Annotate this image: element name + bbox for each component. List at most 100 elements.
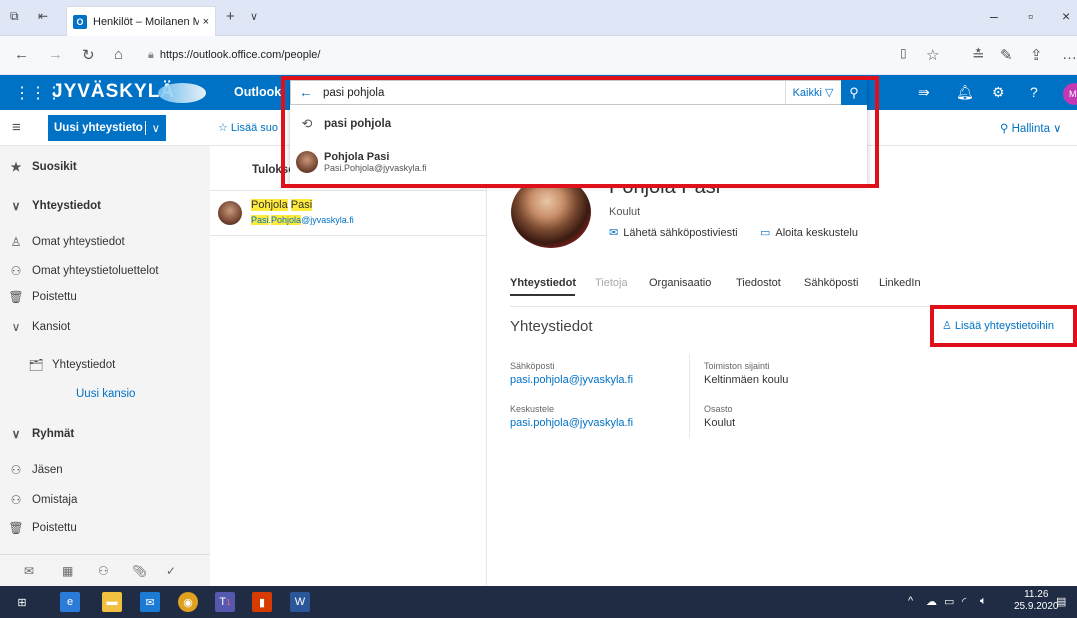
nav-folders[interactable]: ∨ Kansiot xyxy=(0,314,210,340)
mail-icon[interactable]: ✉ xyxy=(24,564,34,578)
tab-linkedin[interactable]: LinkedIn xyxy=(879,277,921,289)
set-aside-tabs-icon[interactable]: ⇤ xyxy=(38,9,48,23)
onedrive-icon[interactable]: ☁ xyxy=(926,595,937,608)
notification-bell-icon[interactable]: 🔔︎ xyxy=(956,84,974,101)
outlook-icon: O xyxy=(73,14,87,29)
nav-contact-lists[interactable]: ⚇ Omat yhteystietoluettelot xyxy=(0,258,210,284)
column-divider xyxy=(689,354,690,438)
person-icon: ♙ xyxy=(10,235,22,249)
word-icon[interactable]: W xyxy=(290,592,310,612)
favorite-star-icon[interactable]: ☆ xyxy=(926,46,939,64)
nav-member[interactable]: ⚇ Jäsen xyxy=(0,457,210,483)
tab-organization[interactable]: Organisaatio xyxy=(649,277,711,289)
chat-value[interactable]: pasi.pohjola@jyvaskyla.fi xyxy=(510,417,633,429)
nav-folder-contacts[interactable]: 🗂︎ Yhteystiedot xyxy=(0,352,210,378)
back-arrow-icon[interactable]: ← xyxy=(14,46,29,63)
pen-icon[interactable]: ✎ xyxy=(1000,46,1013,64)
network-icon[interactable]: ◜ xyxy=(962,595,966,608)
help-icon[interactable]: ? xyxy=(1030,84,1038,100)
action-center-icon[interactable]: ▤ xyxy=(1056,595,1066,608)
reading-view-icon[interactable]: ▯ xyxy=(900,46,907,60)
nav-my-contacts[interactable]: ♙ Omat yhteystiedot xyxy=(0,229,210,255)
office-icon[interactable]: ▮ xyxy=(252,592,272,612)
calendar-icon[interactable]: ▦ xyxy=(62,564,73,578)
nav-contacts[interactable]: ∨ Yhteystiedot xyxy=(0,193,210,219)
browser-tab[interactable]: O Henkilöt – Moilanen Ma × xyxy=(66,6,216,36)
filter-icon: ▽ xyxy=(824,87,834,99)
nav-deleted[interactable]: 🗑︎ Poistettu xyxy=(0,284,210,310)
battery-icon[interactable]: ▭ xyxy=(944,595,954,608)
teams-icon[interactable]: ⇛ xyxy=(918,84,930,101)
tab-files[interactable]: Tiedostot xyxy=(736,277,781,289)
suggestion-email: Pasi.Pohjola@jyvaskyla.fi xyxy=(324,163,427,173)
tab-close-button[interactable]: × xyxy=(203,16,209,28)
home-icon[interactable]: ⌂ xyxy=(114,46,123,63)
new-contact-button[interactable]: Uusi yhteystieto ∨ xyxy=(48,115,166,141)
forward-arrow-icon[interactable]: → xyxy=(48,46,63,63)
todo-check-icon[interactable]: ✓ xyxy=(166,564,176,578)
maximize-button[interactable]: ▫ xyxy=(1028,8,1033,24)
refresh-icon[interactable]: ↻ xyxy=(82,46,95,64)
email-value[interactable]: pasi.pohjola@jyvaskyla.fi xyxy=(510,374,633,386)
manage-button[interactable]: ⚲ Hallinta ∨ xyxy=(1000,121,1062,135)
nav-label: Yhteystiedot xyxy=(52,359,116,371)
people-icon[interactable]: ⚇ xyxy=(98,564,109,578)
tab-title: Henkilöt – Moilanen Ma xyxy=(93,15,199,28)
tab-actions-icon[interactable]: ⧉ xyxy=(10,9,19,24)
favorites-list-icon[interactable]: ≛ xyxy=(972,46,985,64)
chevron-down-icon: ∨ xyxy=(11,199,21,213)
tab-preview-button[interactable]: ∨ xyxy=(250,10,258,23)
search-input[interactable] xyxy=(323,84,778,102)
search-person-suggestion[interactable]: Pohjola Pasi Pasi.Pohjola@jyvaskyla.fi xyxy=(290,146,867,178)
search-button[interactable]: ⚲ xyxy=(841,80,867,105)
teams-icon[interactable]: T1 xyxy=(215,592,235,612)
new-tab-button[interactable]: + xyxy=(226,8,235,25)
chevron-up-icon[interactable]: ^ xyxy=(908,595,913,607)
nav-label: Omat yhteystiedot xyxy=(32,236,125,248)
tab-email[interactable]: Sähköposti xyxy=(804,277,858,289)
app-name[interactable]: Outlook xyxy=(234,85,281,99)
search-history-item[interactable]: ⟲ pasi pohjola xyxy=(290,108,867,140)
back-arrow-icon[interactable]: ← xyxy=(299,84,313,100)
hamburger-icon[interactable]: ≡ xyxy=(12,119,21,136)
user-avatar[interactable]: MI xyxy=(1063,83,1077,105)
more-icon[interactable]: … xyxy=(1062,46,1077,63)
tab-about[interactable]: Tietoja xyxy=(595,277,628,289)
volume-icon[interactable]: 🔈︎ xyxy=(980,595,987,608)
windows-start-icon[interactable]: ⊞ xyxy=(12,592,32,612)
nav-new-folder[interactable]: Uusi kansio xyxy=(0,381,210,407)
brand-swoosh-icon xyxy=(158,83,206,103)
nav-favorites[interactable]: ★ Suosikit xyxy=(0,154,210,180)
nav-groups[interactable]: ∨ Ryhmät xyxy=(0,421,210,447)
mail-app-icon[interactable]: ✉ xyxy=(140,592,160,612)
paperclip-icon[interactable]: 📎︎ xyxy=(132,564,147,578)
chrome-icon[interactable]: ◉ xyxy=(178,592,198,612)
file-explorer-icon[interactable]: ▬ xyxy=(102,592,122,612)
share-icon[interactable]: ⇪ xyxy=(1030,46,1043,64)
divider xyxy=(510,306,1077,307)
minimize-button[interactable]: – xyxy=(990,8,998,24)
nav-label: Ryhmät xyxy=(32,428,75,440)
result-email: Pasi.Pohjola@jyvaskyla.fi xyxy=(251,215,354,225)
chevron-down-icon[interactable]: ∨ xyxy=(144,121,160,135)
browser-tab-bar: ⧉ ⇤ O Henkilöt – Moilanen Ma × + ∨ – ▫ × xyxy=(0,0,1077,36)
start-chat-link[interactable]: ▭ Aloita keskustelu xyxy=(760,226,858,239)
nav-groups-deleted[interactable]: 🗑︎ Poistettu xyxy=(0,515,210,541)
url-field[interactable]: 🔒︎ https://outlook.office.com/people/ xyxy=(148,44,908,66)
settings-gear-icon[interactable]: ⚙ xyxy=(992,84,1005,101)
tab-contact-info[interactable]: Yhteystiedot xyxy=(510,277,576,289)
star-icon: ★ xyxy=(10,160,22,174)
close-window-button[interactable]: × xyxy=(1062,8,1070,24)
edge-icon[interactable]: e xyxy=(60,592,80,612)
add-favorites-button[interactable]: ☆ Lisää suo xyxy=(218,121,278,134)
module-switcher: ✉ ▦ ⚇ 📎︎ ✓ xyxy=(0,554,210,586)
add-to-contacts-button[interactable]: ♙ Lisää yhteystietoihin xyxy=(942,319,1054,332)
nav-owner[interactable]: ⚇ Omistaja xyxy=(0,487,210,513)
brand-logo[interactable]: JYVÄSKYLÄ xyxy=(52,81,175,103)
send-email-link[interactable]: ✉ Lähetä sähköpostiviesti xyxy=(609,226,738,239)
result-row[interactable]: Pohjola Pasi Pasi.Pohjola@jyvaskyla.fi xyxy=(210,190,486,236)
clock-date: 25.9.2020 xyxy=(1014,601,1059,612)
clock[interactable]: 11.26 25.9.2020 xyxy=(1014,589,1059,613)
search-scope-dropdown[interactable]: Kaikki ▽ xyxy=(785,81,840,104)
people-owner-icon: ⚇ xyxy=(10,493,22,507)
